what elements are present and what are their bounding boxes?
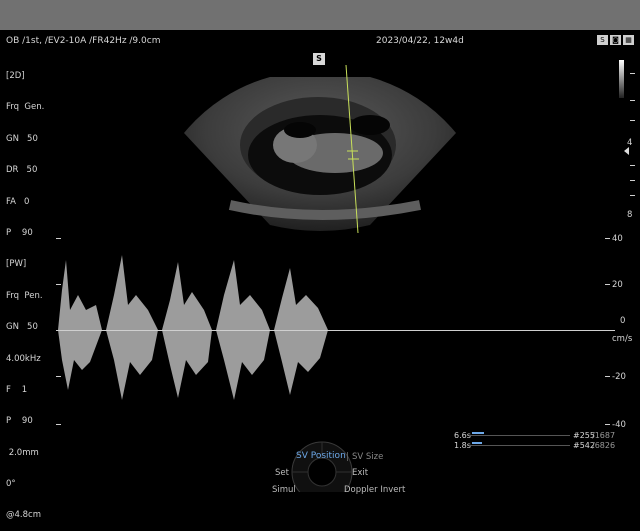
menu-sv-size[interactable]: SV Size [352,452,383,462]
exam-info: OB /1st, /EV2-10A /FR42Hz /9.0cm [6,36,161,46]
cine-time-2: 1.8s [454,441,471,450]
depth-tick [630,100,635,101]
left-tick [56,424,61,425]
scale-tick [605,238,610,239]
scale-tick [605,376,610,377]
pw-sv-size: 2.0mm [6,447,39,458]
param-frq: Frq Gen. [6,102,45,113]
scale-tick [605,424,610,425]
depth-mark-8: 8 [627,210,633,220]
velocity-label-neg20: -20 [612,372,626,382]
depth-tick [630,180,635,181]
menu-doppler-invert[interactable]: Doppler Invert [344,485,405,495]
pw-depth: @4.8cm [6,510,41,521]
menu-sv-position[interactable]: SV Position [296,451,346,461]
menu-simul[interactable]: Simul [272,485,296,495]
left-tick [56,238,61,239]
dark-region-2 [284,122,316,138]
mode-2d-label: [2D] [6,71,25,81]
velocity-label-0: 0 [620,316,626,326]
param-gn: GN 50 [6,133,38,144]
cine-time-1: 6.6s [454,431,471,440]
top-system-bar [0,0,640,30]
cine-total-2: /6826 [592,441,616,450]
doppler-baseline[interactable] [56,330,615,331]
param-dr: DR 50 [6,165,38,176]
velocity-unit: cm/s [612,334,633,344]
cine-handle-2[interactable] [472,442,482,444]
grid-icon[interactable]: ▦ [623,35,634,45]
velocity-label-neg40: -40 [612,420,626,430]
exam-date: 2023/04/22, 12w4d [376,36,464,46]
dark-region [350,115,390,135]
depth-tick [630,195,635,196]
cine-handle-1[interactable] [472,432,484,434]
velocity-label-40: 40 [612,234,623,244]
menu-exit[interactable]: Exit [352,468,368,478]
param-fa: FA 0 [6,196,30,207]
pw-gn: GN 50 [6,322,38,333]
pw-frq: Frq Pen. [6,290,43,301]
depth-tick [630,120,635,121]
pw-power: P 90 [6,416,33,427]
pw-filter: F 1 [6,384,28,395]
s-icon[interactable]: S [597,35,608,45]
focus-marker-icon[interactable] [624,147,629,155]
bmode-sector-image[interactable] [170,55,470,240]
velocity-label-20: 20 [612,280,623,290]
cine-bar-2[interactable] [470,445,570,446]
pw-prf: 4.00kHz [6,353,41,364]
cine-bar-1[interactable] [470,435,570,436]
menu-set[interactable]: Set [275,468,289,478]
camera-icon[interactable]: ◙ [610,35,621,45]
orientation-marker: S [313,53,325,65]
depth-tick [630,165,635,166]
parameters-panel: [2D] Frq Gen. GN 50 DR 50 FA 0 P 90 [PW]… [6,50,44,531]
param-p: P 90 [6,227,33,238]
mode-pw-label: [PW] [6,259,27,270]
menu-separator: | [346,452,349,462]
depth-tick [630,73,635,74]
pw-angle: 0° [6,479,16,490]
grayscale-bar [619,60,624,98]
cine-total-1: /1687 [592,431,616,440]
scale-tick [605,284,610,285]
